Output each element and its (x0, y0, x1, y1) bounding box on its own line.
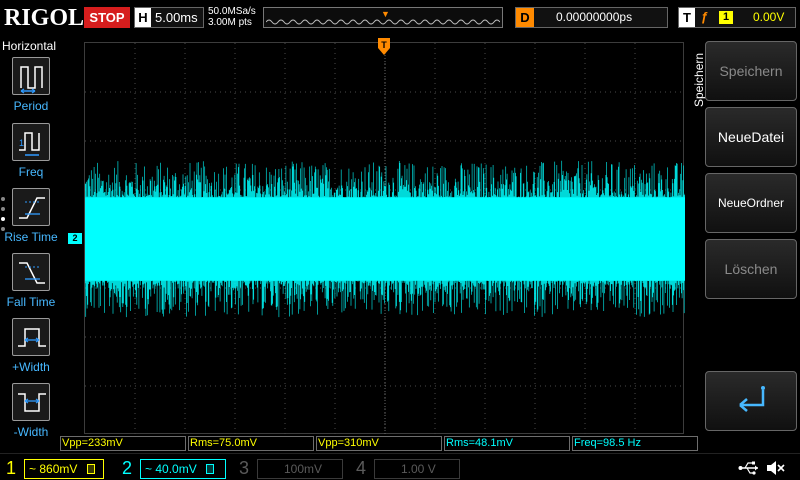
measure-label-freq: Freq (18, 165, 44, 179)
softkey-menu: Speichern Speichern NeueDatei NeueOrdner… (685, 37, 800, 432)
result-rms-ch1[interactable]: Rms=75.0mV (188, 436, 314, 451)
memory-overview-bar: ▼ (263, 7, 503, 28)
acquisition-info: 50.0MSa/s 3.00M pts (208, 6, 256, 28)
new-file-button[interactable]: NeueDatei (705, 107, 797, 167)
channel-2-bw-icon (206, 464, 215, 474)
channel-1-scale-box: ~ 860mV (24, 459, 104, 479)
brand-logo: RIGOL (4, 5, 85, 31)
channel-1-status[interactable]: 1 ~ 860mV (0, 456, 110, 480)
channel-1-number: 1 (5, 458, 16, 478)
measure-item-negative-width[interactable]: -Width (0, 383, 60, 447)
result-vpp-ch1[interactable]: Vpp=233mV (60, 436, 186, 451)
result-rms-ch2[interactable]: Rms=48.1mV (444, 436, 570, 451)
result-vpp-ch1-second[interactable]: Vpp=310mV (316, 436, 442, 451)
channel-1-coupling-icon: ~ (29, 462, 37, 476)
rise-time-icon (12, 188, 50, 226)
waveform-display[interactable] (84, 42, 685, 435)
trigger-source: 1 (719, 11, 733, 24)
channel-2-scale: 40.0mV (155, 462, 197, 476)
channel-1-bw-icon (86, 464, 95, 474)
channel-3-scale: 100mV (284, 462, 323, 476)
channel-4-scale: 1.00 V (401, 462, 436, 476)
channel-status-bar: 1 ~ 860mV 2 ~ 40.0mV 3 100mV 4 1.00 V (0, 453, 800, 480)
menu-title: Speichern (690, 37, 706, 157)
new-folder-button[interactable]: NeueOrdner (705, 173, 797, 233)
measure-label-rise-time: Rise Time (4, 230, 58, 244)
delay-value: 0.00000000ps (556, 10, 633, 24)
svg-text:1: 1 (19, 138, 24, 148)
result-freq-ch2[interactable]: Freq=98.5 Hz (572, 436, 698, 451)
channel-3-scale-box: 100mV (257, 459, 343, 479)
speaker-muted-icon[interactable] (766, 459, 786, 477)
usb-icon (738, 461, 758, 475)
fall-time-icon (12, 253, 50, 291)
trigger-box[interactable]: T ƒ 1 0.00V (678, 7, 796, 28)
channel-1-scale: 860mV (39, 462, 78, 476)
channel-4-status[interactable]: 4 1.00 V (350, 456, 462, 480)
trigger-label: T (679, 8, 695, 27)
run-stop-indicator[interactable]: STOP (84, 7, 130, 28)
measure-item-fall-time[interactable]: Fall Time (0, 253, 60, 317)
delay-box[interactable]: D 0.00000000ps (515, 7, 668, 28)
period-icon (12, 57, 50, 95)
sample-rate: 50.0MSa/s (208, 6, 256, 17)
memory-waveform-preview (266, 19, 500, 25)
measure-label-fall-time: Fall Time (6, 295, 56, 309)
measure-panel: Horizontal Period 1 Freq Rise Time Fall … (0, 37, 60, 452)
freq-icon: 1 (12, 123, 50, 161)
positive-width-icon (12, 318, 50, 356)
delete-button[interactable]: Löschen (705, 239, 797, 299)
channel-2-status[interactable]: 2 ~ 40.0mV (116, 456, 228, 480)
negative-width-icon (12, 383, 50, 421)
channel-2-offset-marker[interactable]: 2 (68, 233, 82, 244)
memory-depth: 3.00M pts (208, 17, 252, 28)
trigger-time-marker[interactable]: T (378, 38, 390, 56)
channel-4-scale-box: 1.00 V (374, 459, 460, 479)
measure-item-period[interactable]: Period (0, 57, 60, 121)
horizontal-label: H (135, 8, 151, 27)
channel-2-number: 2 (121, 458, 132, 478)
rising-edge-icon: ƒ (701, 9, 709, 24)
measure-label-negative-width: -Width (13, 425, 49, 439)
timebase-value: 5.00ms (155, 10, 198, 25)
measure-item-positive-width[interactable]: +Width (0, 318, 60, 382)
measure-category-title: Horizontal (2, 39, 57, 53)
channel-3-status[interactable]: 3 100mV (233, 456, 345, 480)
measurement-results-bar: Vpp=233mV Rms=75.0mV Vpp=310mV Rms=48.1m… (60, 436, 700, 451)
top-status-bar: RIGOL STOP H 5.00ms 50.0MSa/s 3.00M pts … (0, 0, 800, 36)
menu-title-text: Speichern (692, 52, 706, 107)
return-arrow-icon (739, 386, 765, 412)
save-button[interactable]: Speichern (705, 41, 797, 101)
horizontal-timebase-box[interactable]: H 5.00ms (134, 7, 204, 28)
measure-item-rise-time[interactable]: Rise Time (0, 188, 60, 252)
channel-3-number: 3 (238, 458, 249, 478)
measure-label-period: Period (13, 99, 49, 113)
channel-2-coupling-icon: ~ (145, 462, 153, 476)
graticule (85, 43, 685, 435)
svg-text:T: T (381, 40, 387, 50)
delay-label: D (516, 8, 534, 27)
measure-label-positive-width: +Width (12, 360, 50, 374)
return-button[interactable] (705, 371, 797, 431)
channel-4-number: 4 (355, 458, 366, 478)
measure-item-freq[interactable]: 1 Freq (0, 123, 60, 187)
trigger-level: 0.00V (753, 10, 785, 24)
channel-2-scale-box: ~ 40.0mV (140, 459, 226, 479)
